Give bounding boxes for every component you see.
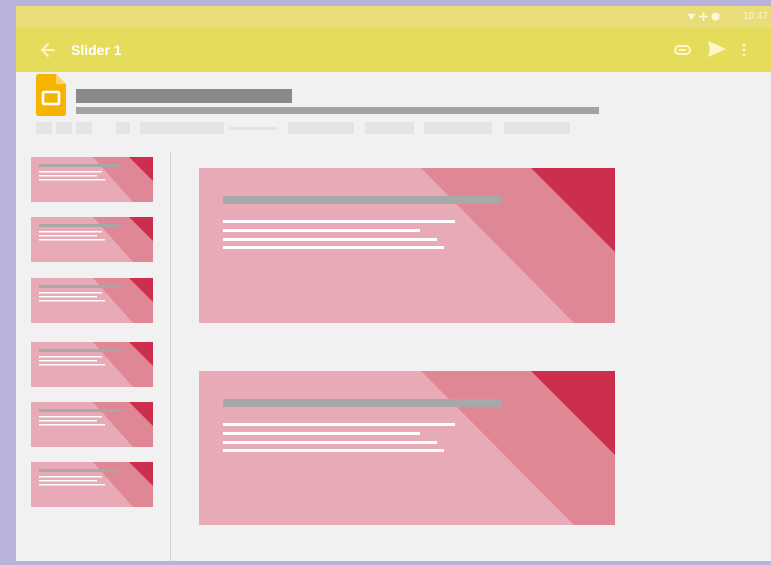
battery-icon — [711, 12, 720, 21]
document-subtitle-placeholder — [76, 107, 599, 114]
signal-icon — [699, 12, 708, 21]
app-window: 10:47 Slider 1 — [16, 6, 771, 561]
ghost-text — [229, 127, 277, 130]
ghost-text — [424, 122, 492, 134]
slide-thumbnail[interactable] — [31, 217, 153, 262]
ghost-text — [140, 122, 224, 134]
status-bar: 10:47 — [16, 6, 771, 28]
ghost-text — [116, 122, 130, 134]
page-title: Slider 1 — [71, 42, 122, 58]
slide-canvas[interactable] — [199, 371, 615, 525]
document-title-placeholder — [76, 89, 292, 103]
ghost-text — [76, 122, 92, 134]
wifi-icon — [687, 13, 696, 21]
slide-thumbnail[interactable] — [31, 402, 153, 447]
ghost-text — [36, 122, 52, 134]
panel-divider — [170, 152, 171, 561]
ghost-text — [504, 122, 570, 134]
ghost-text — [56, 122, 72, 134]
slide-canvas[interactable] — [199, 168, 615, 323]
back-arrow-icon[interactable] — [36, 38, 60, 62]
ghost-text — [365, 122, 414, 134]
send-icon[interactable] — [706, 38, 728, 60]
attach-icon[interactable] — [674, 41, 692, 59]
ghost-text — [288, 122, 354, 134]
slide-thumbnail[interactable] — [31, 342, 153, 387]
status-time: 10:47 — [742, 11, 768, 22]
slide-thumbnail[interactable] — [31, 278, 153, 323]
slides-logo-icon — [36, 74, 66, 116]
slide-thumbnail[interactable] — [31, 462, 153, 507]
slide-thumbnail[interactable] — [31, 157, 153, 202]
app-bar: Slider 1 — [16, 28, 771, 72]
more-vert-icon[interactable] — [739, 39, 749, 61]
